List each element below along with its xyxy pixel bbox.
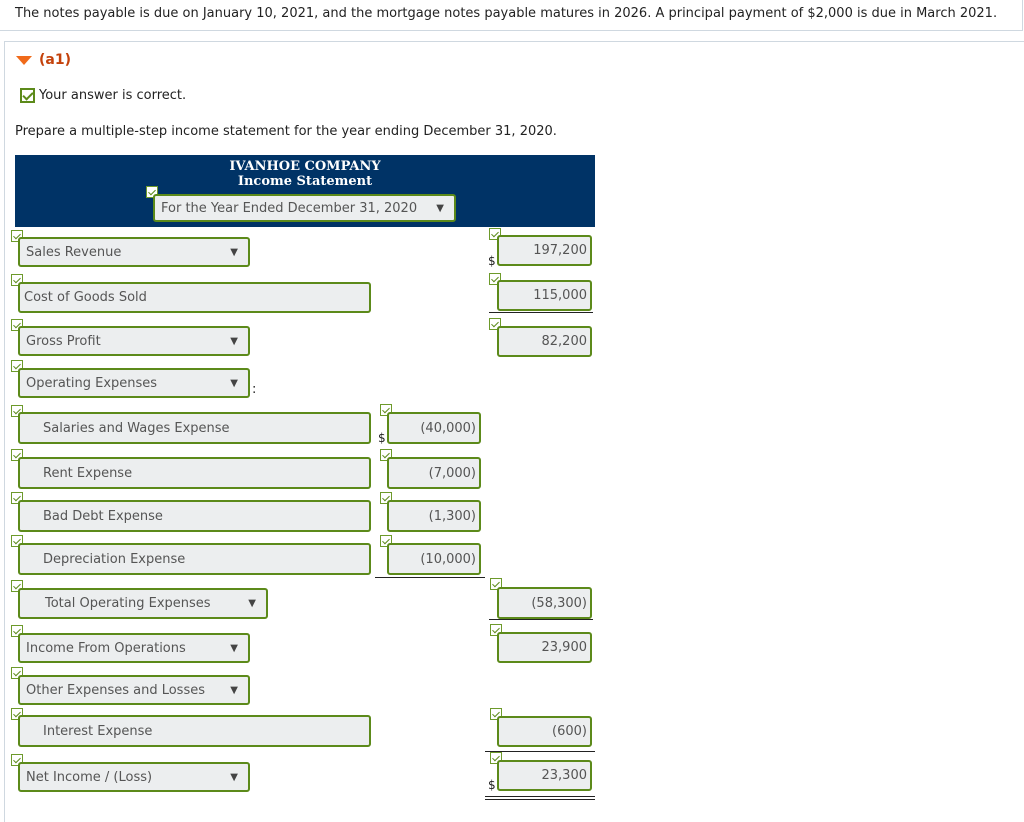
amount-value: 23,300: [541, 768, 588, 783]
part-toggle[interactable]: (a1): [16, 52, 71, 68]
row-label-input[interactable]: Interest Expense: [18, 715, 371, 747]
row-label-select[interactable]: Total Operating Expenses ▼: [18, 588, 268, 619]
amount-input[interactable]: 23,900: [497, 632, 592, 663]
chevron-down-icon: ▼: [230, 246, 238, 258]
row-label: Bad Debt Expense: [43, 508, 163, 524]
amount-input[interactable]: (7,000): [387, 457, 481, 489]
amount-input[interactable]: 115,000: [497, 280, 592, 311]
amount-input[interactable]: (10,000): [387, 543, 481, 575]
subtotal-rule: [489, 619, 593, 620]
checkmark-icon: [20, 88, 35, 103]
subtotal-rule: [489, 312, 593, 313]
chevron-down-icon: ▼: [230, 771, 238, 783]
amount-input[interactable]: (58,300): [497, 587, 592, 619]
amount-input[interactable]: (600): [497, 716, 592, 747]
instructions: Prepare a multiple-step income statement…: [15, 124, 557, 139]
row-label-select[interactable]: Sales Revenue ▼: [18, 237, 250, 267]
chevron-down-icon: ▼: [230, 335, 238, 347]
row-label-input[interactable]: Depreciation Expense: [18, 543, 371, 575]
feedback: Your answer is correct.: [20, 88, 186, 103]
colon: :: [252, 382, 257, 397]
row-label: Income From Operations: [26, 640, 186, 656]
row-label: Net Income / (Loss): [26, 769, 153, 785]
row-label: Interest Expense: [43, 723, 153, 739]
row-label-input[interactable]: Bad Debt Expense: [18, 500, 371, 532]
row-label: Sales Revenue: [26, 244, 122, 260]
amount-value: (40,000): [420, 420, 476, 436]
row-label-input[interactable]: Rent Expense: [18, 457, 371, 489]
problem-statement: The notes payable is due on January 10, …: [0, 0, 1023, 31]
row-label-input[interactable]: Salaries and Wages Expense: [18, 412, 371, 444]
amount-value: (10,000): [420, 551, 476, 567]
row-label-select[interactable]: Other Expenses and Losses ▼: [18, 675, 250, 705]
subtotal-rule: [375, 577, 485, 578]
amount-value: 82,200: [541, 334, 588, 349]
row-label: Cost of Goods Sold: [24, 290, 147, 305]
chevron-down-icon: ▼: [230, 377, 238, 389]
period-select[interactable]: For the Year Ended December 31, 2020 ▼: [153, 194, 456, 222]
row-label-select[interactable]: Operating Expenses ▼: [18, 368, 250, 398]
amount-input[interactable]: (1,300): [387, 500, 481, 532]
statement-title: Income Statement: [237, 174, 373, 189]
chevron-down-icon: ▼: [248, 598, 256, 609]
amount-value: (7,000): [428, 465, 476, 481]
row-label: Salaries and Wages Expense: [43, 420, 230, 436]
amount-value: (600): [552, 724, 587, 739]
currency-sign: $: [488, 254, 496, 268]
amount-value: (58,300): [531, 595, 587, 611]
feedback-text: Your answer is correct.: [39, 88, 187, 103]
company-name: IVANHOE COMPANY: [229, 159, 381, 174]
chevron-down-icon: ▼: [230, 642, 238, 654]
period-value: For the Year Ended December 31, 2020: [161, 200, 418, 216]
row-label-select[interactable]: Gross Profit ▼: [18, 326, 250, 356]
amount-value: (1,300): [428, 508, 476, 524]
row-label-input[interactable]: Cost of Goods Sold: [18, 282, 371, 313]
part-label: (a1): [39, 52, 71, 68]
total-double-rule-top: [485, 796, 595, 797]
amount-value: 115,000: [533, 288, 587, 303]
amount-input[interactable]: 23,300: [497, 760, 592, 791]
chevron-down-icon: ▼: [436, 202, 444, 214]
triangle-down-icon: [16, 55, 32, 65]
row-label: Rent Expense: [43, 465, 133, 481]
row-label-select[interactable]: Net Income / (Loss) ▼: [18, 762, 250, 792]
row-label-select[interactable]: Income From Operations ▼: [18, 633, 250, 663]
chevron-down-icon: ▼: [230, 684, 238, 696]
total-double-rule-bottom: [485, 799, 595, 800]
amount-input[interactable]: (40,000): [387, 412, 481, 444]
row-label: Operating Expenses: [26, 375, 158, 391]
amount-input[interactable]: 197,200: [497, 235, 592, 266]
amount-value: 197,200: [533, 243, 587, 258]
amount-value: 23,900: [541, 640, 588, 655]
currency-sign: $: [488, 778, 496, 792]
problem-text: The notes payable is due on January 10, …: [15, 6, 998, 21]
amount-input[interactable]: 82,200: [497, 326, 592, 357]
row-label: Other Expenses and Losses: [26, 682, 205, 698]
currency-sign: $: [378, 431, 386, 445]
row-label: Total Operating Expenses: [45, 596, 211, 611]
row-label: Gross Profit: [26, 333, 101, 349]
row-label: Depreciation Expense: [43, 551, 186, 567]
